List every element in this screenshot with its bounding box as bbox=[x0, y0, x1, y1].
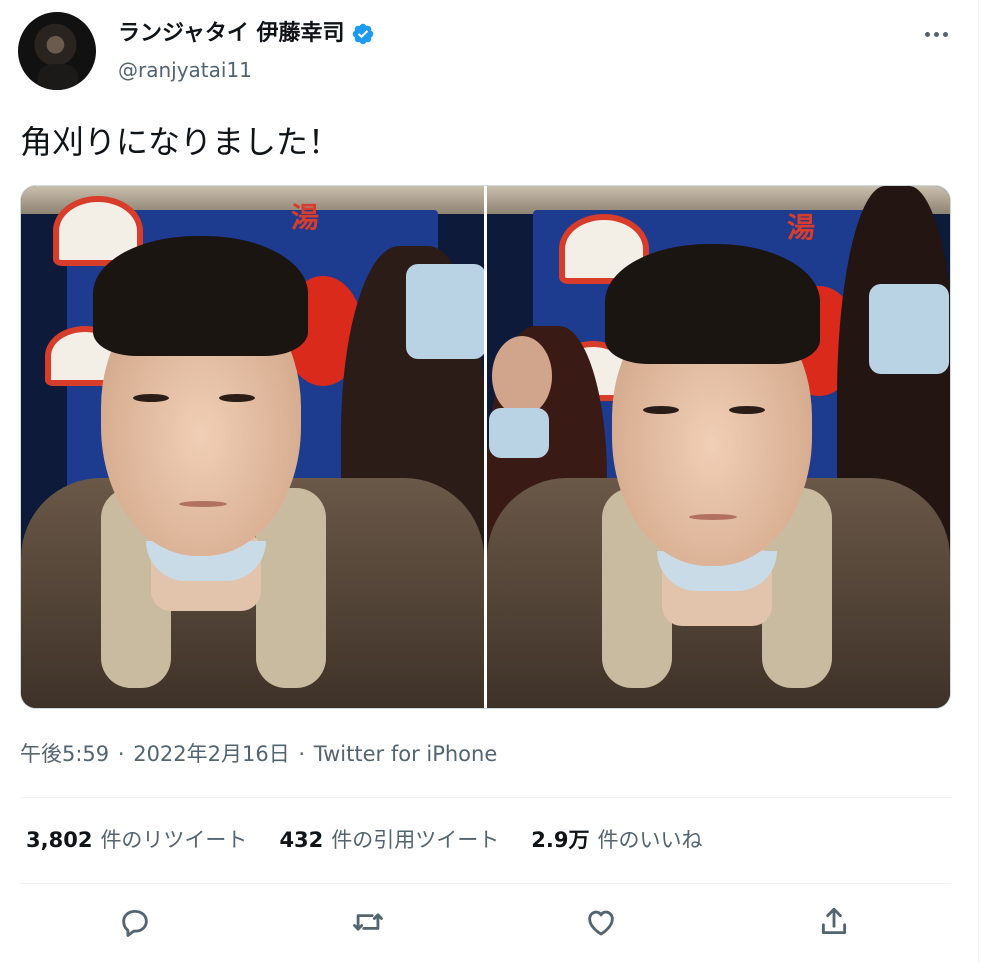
quote-count: 432 bbox=[279, 828, 324, 852]
quote-count-link[interactable]: 432 件の引用ツイート bbox=[279, 824, 499, 856]
verified-badge-icon bbox=[352, 23, 373, 45]
display-name-text: ランジャタイ 伊藤幸司 bbox=[118, 21, 345, 46]
retweet-count-link[interactable]: 3,802 件のリツイート bbox=[26, 824, 247, 856]
photo-hair bbox=[605, 244, 820, 364]
photo-mouth bbox=[689, 514, 737, 520]
retweet-button[interactable] bbox=[344, 898, 392, 946]
timeline-border bbox=[978, 0, 979, 962]
photo-bg-mask bbox=[406, 264, 484, 359]
author-handle[interactable]: @ranjyatai11 bbox=[118, 58, 252, 82]
photo-eye bbox=[133, 394, 169, 402]
more-icon[interactable] bbox=[920, 22, 952, 46]
share-icon bbox=[821, 907, 847, 935]
retweet-count: 3,802 bbox=[26, 828, 93, 852]
quote-label: 件の引用ツイート bbox=[331, 828, 500, 852]
like-count-link[interactable]: 2.9万 件のいいね bbox=[531, 824, 702, 856]
tweet-stats: 3,802 件のリツイート 432 件の引用ツイート 2.9万 件のいいね bbox=[26, 824, 702, 856]
retweet-icon bbox=[353, 913, 383, 931]
tweet-time[interactable]: 午後5:59 bbox=[20, 742, 109, 766]
meta-separator: · bbox=[291, 742, 312, 766]
divider bbox=[20, 797, 951, 798]
tweet-date[interactable]: 2022年2月16日 bbox=[133, 742, 290, 766]
reply-icon bbox=[122, 909, 148, 937]
more-dot bbox=[924, 31, 930, 37]
photo-bg-mask bbox=[489, 408, 549, 458]
retweet-label: 件のリツイート bbox=[100, 828, 248, 852]
photo-banner-kanji: 湯 bbox=[787, 211, 816, 244]
tweet-source[interactable]: Twitter for iPhone bbox=[314, 742, 498, 766]
more-dot bbox=[933, 31, 939, 37]
divider bbox=[20, 883, 951, 884]
like-count: 2.9万 bbox=[531, 828, 590, 852]
photo-bg-mask bbox=[869, 284, 949, 374]
tweet-meta: 午後5:59 · 2022年2月16日 · Twitter for iPhone bbox=[20, 738, 499, 770]
tweet-text: 角刈りになりました！ bbox=[20, 123, 341, 161]
share-button[interactable] bbox=[810, 898, 858, 946]
author-display-name[interactable]: ランジャタイ 伊藤幸司 bbox=[118, 20, 375, 48]
photo-bg-face bbox=[492, 336, 552, 416]
tweet-photo-1[interactable]: 湯 bbox=[21, 186, 484, 708]
photo-banner-kanji: 湯 bbox=[291, 201, 320, 234]
heart-icon bbox=[588, 910, 614, 936]
avatar[interactable] bbox=[18, 12, 96, 90]
tweet-photo-2[interactable]: 湯 bbox=[487, 186, 950, 708]
meta-separator: · bbox=[111, 742, 132, 766]
photo-eye bbox=[729, 406, 765, 414]
photo-eye bbox=[643, 406, 679, 414]
reply-button[interactable] bbox=[111, 898, 159, 946]
photo-eye bbox=[219, 394, 255, 402]
like-label: 件のいいね bbox=[597, 828, 703, 852]
tweet-media: 湯 湯 bbox=[20, 185, 951, 709]
more-dot bbox=[942, 31, 948, 37]
photo-hair bbox=[93, 236, 308, 356]
like-button[interactable] bbox=[577, 898, 625, 946]
tweet-actions bbox=[0, 898, 978, 950]
photo-mouth bbox=[179, 501, 227, 507]
